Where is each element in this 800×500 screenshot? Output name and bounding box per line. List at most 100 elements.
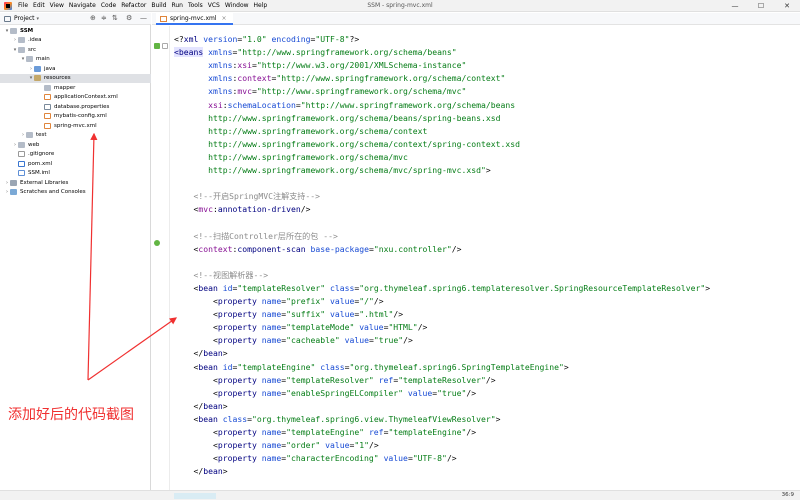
code-token: "order" xyxy=(286,440,326,451)
code-line[interactable]: <property name="order" value="1"/> xyxy=(174,439,379,452)
tree-item[interactable]: SSM.iml xyxy=(0,169,151,178)
tree-item[interactable]: ▾ resources xyxy=(0,73,151,83)
tree-item-label: src xyxy=(28,46,37,53)
tree-item[interactable]: spring-mvc.xml xyxy=(0,121,151,130)
locate-file-icon[interactable]: ⊕ xyxy=(90,14,96,22)
tree-item[interactable]: › java xyxy=(0,64,151,73)
code-token: "templateResolver" xyxy=(286,374,379,385)
code-line[interactable]: <mvc:annotation-driven/> xyxy=(174,203,310,216)
code-line[interactable]: </bean> xyxy=(174,347,227,360)
code-line[interactable]: <?xml version="1.0" encoding="UTF-8"?> xyxy=(174,33,359,46)
code-token: "UTF-8" xyxy=(315,34,350,44)
code-line[interactable]: <bean id="templateEngine" class="org.thy… xyxy=(174,361,568,374)
expand-all-icon[interactable]: ≑ xyxy=(101,14,107,22)
gear-icon[interactable]: ⚙ xyxy=(126,14,132,22)
code-token: > xyxy=(495,413,501,424)
spring-scan-gutter-icon[interactable] xyxy=(154,240,160,246)
tree-item[interactable]: mybatis-config.xml xyxy=(0,112,151,121)
code-token: < xyxy=(174,296,218,306)
code-token: name xyxy=(261,309,282,320)
tree-item[interactable]: pom.xml xyxy=(0,159,151,168)
maximize-button[interactable]: ☐ xyxy=(748,0,774,12)
code-line[interactable]: </bean> xyxy=(174,400,228,413)
close-button[interactable]: ✕ xyxy=(774,0,800,12)
hide-panel-icon[interactable]: — xyxy=(140,14,147,22)
code-token: <beans xyxy=(174,47,204,58)
code-line[interactable]: <bean class="org.thymeleaf.spring6.view.… xyxy=(174,413,501,426)
code-line[interactable]: <property name="cacheable" value="true"/… xyxy=(174,334,413,347)
code-line[interactable]: <!--扫描Controller层所在的包 --> xyxy=(174,230,338,243)
tree-item[interactable]: › .idea xyxy=(0,36,151,45)
tree-item[interactable]: applicationContext.xml xyxy=(0,93,151,102)
code-line[interactable]: <property name="prefix" value="/"/> xyxy=(174,295,384,308)
code-token: "1" xyxy=(354,440,369,451)
menu-refactor[interactable]: Refactor xyxy=(121,2,146,9)
collapse-all-icon[interactable]: ⇅ xyxy=(112,14,118,22)
tree-item[interactable]: ▾ SSM xyxy=(0,26,151,35)
menu-file[interactable]: File xyxy=(18,2,28,9)
code-line[interactable]: xmlns:mvc="http://www.springframework.or… xyxy=(174,85,466,98)
code-line[interactable]: http://www.springframework.org/schema/be… xyxy=(174,112,500,125)
tree-item[interactable]: › Scratches and Consoles xyxy=(0,188,151,197)
project-view-icon xyxy=(4,16,11,22)
code-token: xmlns xyxy=(208,86,233,97)
code-line[interactable]: <property name="templateEngine" ref="tem… xyxy=(174,426,476,439)
code-line[interactable]: <!--视图解析器--> xyxy=(174,269,268,282)
spring-bean-gutter-icon[interactable] xyxy=(154,43,160,49)
menu-build[interactable]: Build xyxy=(151,2,166,9)
close-tab-icon[interactable]: × xyxy=(222,15,227,22)
code-token: < xyxy=(174,440,218,451)
tree-item-label: Scratches and Consoles xyxy=(20,189,86,195)
code-editor[interactable]: <?xml version="1.0" encoding="UTF-8"?> <b… xyxy=(174,26,796,490)
menu-tools[interactable]: Tools xyxy=(188,2,203,9)
code-token: bean xyxy=(203,348,223,359)
tree-item[interactable]: database.properties xyxy=(0,102,151,111)
tree-item[interactable]: › web xyxy=(0,140,151,149)
tree-item[interactable]: .gitignore xyxy=(0,150,151,159)
project-panel-title[interactable]: Project xyxy=(14,15,35,22)
menu-navigate[interactable]: Navigate xyxy=(69,2,96,9)
code-token: > xyxy=(222,400,228,411)
tree-item[interactable]: ▾ src xyxy=(0,45,151,54)
code-token: http://www.springframework.org/schema/mv… xyxy=(174,165,486,175)
code-line[interactable]: <beans xmlns="http://www.springframework… xyxy=(174,46,457,59)
code-line[interactable]: http://www.springframework.org/schema/co… xyxy=(174,138,520,151)
menu-view[interactable]: View xyxy=(50,2,64,9)
chevron-down-icon[interactable]: ▾ xyxy=(37,16,40,22)
code-token: bean xyxy=(203,466,223,477)
code-line[interactable]: <context:component-scan base-package="nx… xyxy=(174,243,461,256)
code-line[interactable]: <property name="templateResolver" ref="t… xyxy=(174,374,496,387)
tree-item[interactable]: ▾ main xyxy=(0,55,151,64)
menu-code[interactable]: Code xyxy=(101,2,116,9)
folder-icon xyxy=(26,132,33,138)
code-line[interactable]: <property name="characterEncoding" value… xyxy=(174,452,457,465)
minimize-button[interactable]: — xyxy=(722,0,748,12)
code-line[interactable]: <property name="enableSpringELCompiler" … xyxy=(174,387,476,400)
fold-icon[interactable] xyxy=(162,43,168,49)
code-line[interactable]: xmlns:xsi="http://www.w3.org/2001/XMLSch… xyxy=(174,59,466,72)
code-line[interactable]: <!--开启SpringMVC注解支持--> xyxy=(174,190,320,203)
menu-run[interactable]: Run xyxy=(171,2,183,9)
code-token: <!--扫描Controller层所在的包 --> xyxy=(174,230,338,241)
menu-window[interactable]: Window xyxy=(225,2,249,9)
tree-item[interactable]: mapper xyxy=(0,83,151,92)
menu-help[interactable]: Help xyxy=(254,2,268,9)
code-line[interactable]: http://www.springframework.org/schema/co… xyxy=(174,125,427,138)
tree-item[interactable]: › External Libraries xyxy=(0,178,151,187)
code-line[interactable]: <property name="suffix" value=".html"/> xyxy=(174,308,403,321)
menu-edit[interactable]: Edit xyxy=(33,2,45,9)
code-token: bean xyxy=(198,413,223,424)
tree-item[interactable]: › test xyxy=(0,131,151,140)
caret-position[interactable]: 36:9 xyxy=(782,492,794,498)
code-line[interactable]: xsi:schemaLocation="http://www.springfra… xyxy=(174,99,515,112)
intellij-logo-icon[interactable] xyxy=(4,1,12,10)
code-line[interactable]: http://www.springframework.org/schema/mv… xyxy=(174,164,491,177)
code-line[interactable]: xmlns:context="http://www.springframewor… xyxy=(174,72,505,85)
tab-spring-mvc-xml[interactable]: spring-mvc.xml × xyxy=(156,13,233,25)
menu-vcs[interactable]: VCS xyxy=(208,2,220,9)
code-line[interactable]: <property name="templateMode" value="HTM… xyxy=(174,321,427,334)
code-line[interactable]: </bean> xyxy=(174,465,227,478)
code-token: "http://www.springframework.org/schema/b… xyxy=(237,47,457,58)
code-line[interactable]: http://www.springframework.org/schema/mv… xyxy=(174,151,408,164)
code-line[interactable]: <bean id="templateResolver" class="org.t… xyxy=(174,282,710,295)
